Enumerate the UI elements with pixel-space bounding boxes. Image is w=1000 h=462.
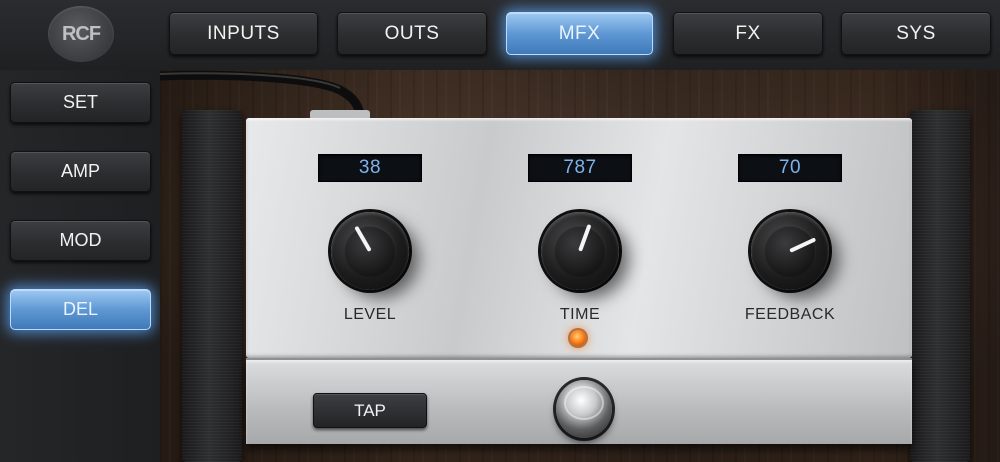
knob-cap	[344, 225, 396, 277]
feedback-knob[interactable]	[751, 212, 829, 290]
tab-fx[interactable]: FX	[673, 12, 823, 55]
time-display: 787	[528, 154, 632, 182]
top-bar: RCF INPUTS OUTS MFX FX SYS	[0, 0, 1000, 70]
tab-mfx[interactable]: MFX	[506, 12, 653, 55]
side-button-mod[interactable]: MOD	[10, 220, 151, 261]
feedback-display: 70	[738, 154, 842, 182]
tab-sys[interactable]: SYS	[841, 12, 991, 55]
time-knob[interactable]	[541, 212, 619, 290]
pedal-stage: 38 LEVEL 787 TIME 70 FEEDBACK TAP	[160, 70, 1000, 462]
tap-led	[570, 330, 586, 346]
footswitch[interactable]	[556, 380, 612, 438]
footswitch-highlight	[564, 386, 604, 420]
side-button-del[interactable]: DEL	[10, 289, 151, 330]
tab-inputs[interactable]: INPUTS	[169, 12, 318, 55]
left-rubber-pad	[182, 110, 242, 462]
level-label: LEVEL	[343, 306, 397, 323]
tap-button[interactable]: TAP	[313, 393, 427, 428]
side-menu: SET AMP MOD DEL	[0, 70, 160, 462]
level-knob[interactable]	[331, 212, 409, 290]
feedback-label: FEEDBACK	[744, 306, 836, 323]
side-button-amp[interactable]: AMP	[10, 151, 151, 192]
level-display: 38	[318, 154, 422, 182]
time-label: TIME	[559, 306, 601, 323]
right-rubber-pad	[910, 110, 970, 462]
side-button-set[interactable]: SET	[10, 82, 151, 123]
tab-outs[interactable]: OUTS	[337, 12, 487, 55]
rcf-logo: RCF	[48, 6, 114, 62]
